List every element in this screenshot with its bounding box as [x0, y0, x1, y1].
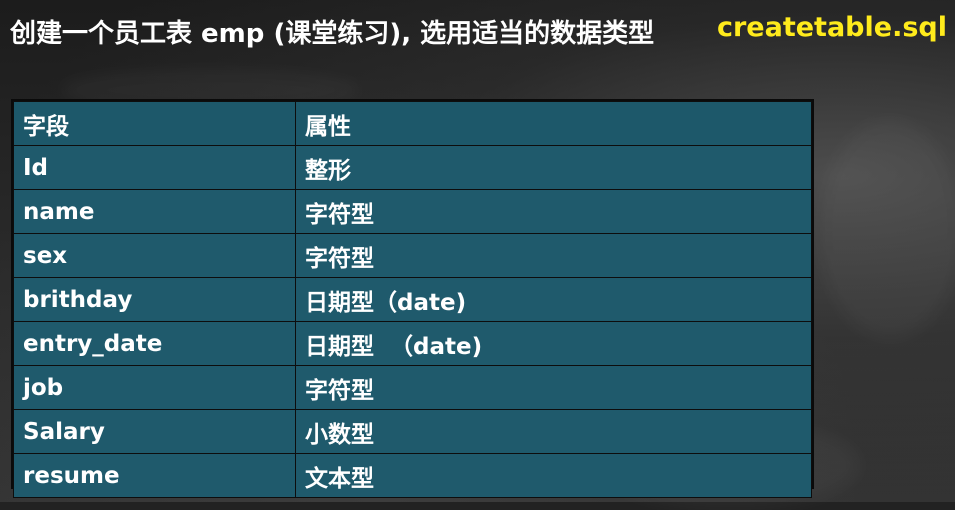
field-type-cell: 字符型 [295, 189, 812, 234]
field-name-cell: entry_date [13, 321, 296, 366]
table-row: Id 整形 [13, 145, 812, 190]
field-name-cell: Id [13, 145, 296, 190]
header-attribute: 属性 [295, 101, 812, 146]
table-row: Salary 小数型 [13, 409, 812, 454]
field-name-cell: Salary [13, 409, 296, 454]
table-row: entry_date 日期型 （date) [13, 321, 812, 366]
table-header-row: 字段 属性 [13, 101, 812, 146]
chalk-smudge [820, 120, 955, 340]
field-table-grid: 字段 属性 Id 整形 name 字符型 sex 字符型 brithday 日期… [13, 101, 812, 498]
field-table: 字段 属性 Id 整形 name 字符型 sex 字符型 brithday 日期… [11, 99, 814, 498]
field-name-cell: resume [13, 453, 296, 498]
field-type-cell: 日期型（date) [295, 277, 812, 322]
field-type-cell: 字符型 [295, 365, 812, 410]
field-name-cell: name [13, 189, 296, 234]
field-name-cell: job [13, 365, 296, 410]
field-type-cell: 字符型 [295, 233, 812, 278]
table-row: brithday 日期型（date) [13, 277, 812, 322]
field-name-cell: brithday [13, 277, 296, 322]
field-type-cell: 文本型 [295, 453, 812, 498]
title-bar: 创建一个员工表 emp (课堂练习), 选用适当的数据类型 createtabl… [0, 0, 955, 62]
slide-title: 创建一个员工表 emp (课堂练习), 选用适当的数据类型 [10, 19, 655, 49]
sql-filename: createtable.sql [716, 12, 947, 43]
field-name-cell: sex [13, 233, 296, 278]
header-field: 字段 [13, 101, 296, 146]
field-type-cell: 日期型 （date) [295, 321, 812, 366]
table-row: job 字符型 [13, 365, 812, 410]
table-row: sex 字符型 [13, 233, 812, 278]
table-row: resume 文本型 [13, 453, 812, 498]
field-type-cell: 小数型 [295, 409, 812, 454]
field-type-cell: 整形 [295, 145, 812, 190]
table-row: name 字符型 [13, 189, 812, 234]
